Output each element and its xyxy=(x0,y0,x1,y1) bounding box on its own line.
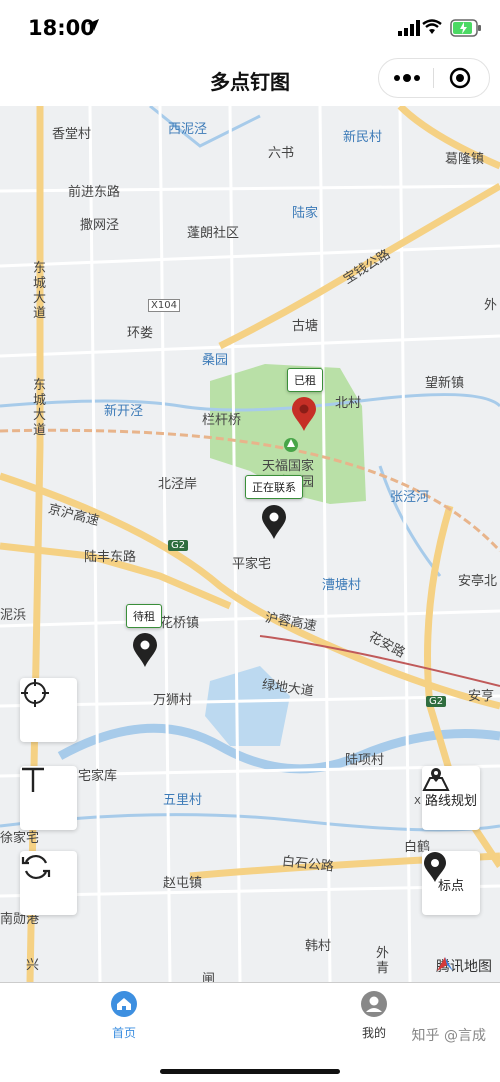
crosshair-icon xyxy=(21,679,49,707)
map-label: 新民村 xyxy=(343,130,383,145)
mini-program-capsule xyxy=(378,58,490,98)
map-label: G2 xyxy=(168,540,189,551)
map-label: 泥浜 xyxy=(0,608,27,623)
locate-button[interactable] xyxy=(20,678,77,742)
map-label: 陆项村 xyxy=(345,753,385,768)
tab-bar: 首页 我的 知乎 @言成 xyxy=(0,982,500,1082)
route-planning-button[interactable]: 路线规划 xyxy=(422,766,480,830)
map-label: X104 xyxy=(148,299,180,312)
tab-mine[interactable]: 我的 xyxy=(334,991,414,1041)
map-label: 蓬朗社区 xyxy=(187,226,240,241)
map-label: 张泾河 xyxy=(390,490,430,505)
map-label: 东城大道 xyxy=(33,378,47,438)
battery-charging-icon xyxy=(450,19,481,37)
map-label: X xyxy=(414,796,421,807)
capsule-divider xyxy=(433,68,434,88)
map-label: 外青 xyxy=(376,946,390,976)
map-label: 环娄 xyxy=(127,326,154,341)
map-label: 兴 xyxy=(26,958,40,973)
map-label: 五里村 xyxy=(163,793,203,808)
map-label: 葛隆镇 xyxy=(445,152,485,167)
map-label: 花桥镇 xyxy=(160,616,200,631)
map-label: 栏杆桥 xyxy=(202,413,242,428)
refresh-icon xyxy=(21,854,51,880)
map-label: 闸 xyxy=(202,972,216,982)
map-marker-icon[interactable] xyxy=(131,632,159,668)
status-bar: 18:00 xyxy=(0,0,500,58)
map-label: 安亨 xyxy=(468,689,495,704)
map-label: G2 xyxy=(426,696,447,707)
tab-home[interactable]: 首页 xyxy=(84,991,164,1041)
close-target-icon[interactable] xyxy=(449,67,471,89)
map-marker-icon[interactable] xyxy=(260,504,288,540)
pin-label-for-rent: 待租 xyxy=(126,604,162,628)
map-label: 东城大道 xyxy=(33,261,47,321)
text-T-icon xyxy=(22,767,44,792)
location-arrow-icon xyxy=(87,19,99,31)
map-label: 北泾岸 xyxy=(158,477,198,492)
map-label: 漕塘村 xyxy=(322,578,362,593)
route-map-icon xyxy=(422,768,450,791)
tab-home-label: 首页 xyxy=(111,1026,136,1040)
wifi-icon xyxy=(422,19,442,34)
user-icon xyxy=(361,991,387,1017)
home-indicator xyxy=(160,1069,340,1074)
map-pin-icon xyxy=(424,852,446,882)
pin-label-contacting: 正在联系 xyxy=(245,475,303,499)
map-label: 陆丰东路 xyxy=(84,550,137,565)
tab-mine-label: 我的 xyxy=(361,1026,386,1040)
map-label: 古塘 xyxy=(292,319,319,334)
map-label: 平家宅 xyxy=(232,557,272,572)
mark-point-button[interactable]: 标点 xyxy=(422,851,480,915)
watermark: 知乎 @言成 xyxy=(411,1028,486,1044)
map-label: 安亭北 xyxy=(458,574,498,589)
pin-label-rented: 已租 xyxy=(287,368,323,392)
text-tool-button[interactable] xyxy=(20,766,77,830)
status-time: 18:00 xyxy=(28,16,95,40)
more-dots-icon[interactable] xyxy=(393,69,421,87)
map-label: 宅家库 xyxy=(78,769,118,784)
map-label: 北村 xyxy=(335,396,362,411)
refresh-button[interactable] xyxy=(20,851,77,915)
map-label: 万狮村 xyxy=(153,693,193,708)
map-marker-icon[interactable] xyxy=(290,396,318,432)
map-label: 西泥泾 xyxy=(168,122,208,137)
map-label: 韩村 xyxy=(305,939,332,954)
map-label: 六书 xyxy=(268,146,295,161)
map-label: 新开泾 xyxy=(104,404,144,419)
map-label: 撒网泾 xyxy=(80,218,120,233)
map-provider-logo: 腾讯地图 xyxy=(436,956,492,976)
cellular-signal-icon xyxy=(398,20,420,36)
map-label: 外 xyxy=(484,298,498,313)
tencent-map-icon xyxy=(437,957,453,971)
map-label: 陆家 xyxy=(292,206,319,221)
map-label: 香堂村 xyxy=(52,127,92,142)
nav-bar: 多点钉图 xyxy=(0,58,500,106)
map-label: 桑园 xyxy=(202,353,229,368)
map-label: 望新镇 xyxy=(425,376,465,391)
home-icon xyxy=(111,991,137,1017)
map-label: 前进东路 xyxy=(68,185,121,200)
map-label: 赵屯镇 xyxy=(163,876,203,891)
route-planning-label: 路线规划 xyxy=(424,793,477,809)
map-view[interactable]: 香堂村 西泥泾 新民村 葛隆镇 六书 前进东路 陆家 撒网泾 蓬朗社区 东城大道… xyxy=(0,106,500,982)
